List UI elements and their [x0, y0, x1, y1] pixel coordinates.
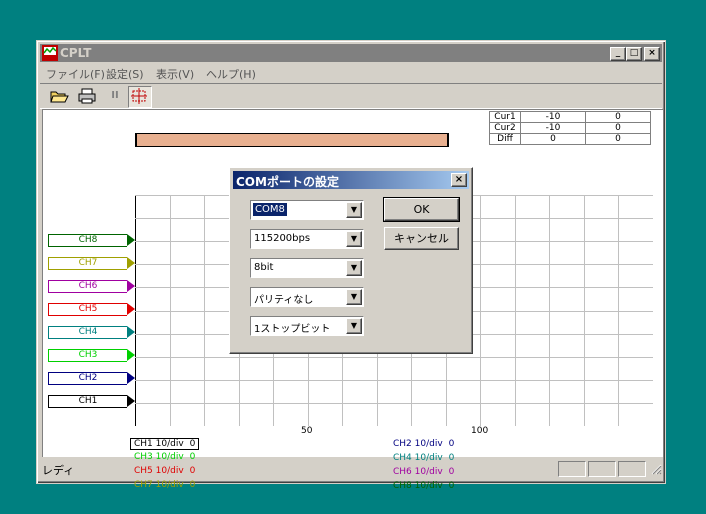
menu-view[interactable]: 表示(V) [156, 66, 194, 82]
cursor-value: 0 [585, 111, 651, 123]
print-button[interactable] [76, 86, 98, 106]
cursor-label: Cur1 [489, 111, 521, 123]
window-title: CPLT [60, 46, 92, 60]
cancel-button[interactable]: キャンセル [384, 227, 459, 250]
title-bar[interactable]: CPLT _ □ × [40, 44, 662, 62]
x-tick-label: 100 [471, 426, 489, 436]
legend-value: 0 [189, 439, 196, 449]
range-bar[interactable] [135, 133, 449, 147]
cursor-table: Cur1 -10 0 Cur2 -10 0 Diff 0 0 [489, 111, 651, 145]
maximize-button[interactable]: □ [626, 47, 642, 61]
legend-item[interactable]: CH8 10/div 0 [393, 481, 454, 491]
close-button[interactable]: × [644, 47, 660, 61]
table-row: Diff 0 0 [489, 133, 651, 145]
legend-name: CH7 10/div [134, 480, 184, 490]
dialog-title-bar[interactable]: COMポートの設定 × [233, 171, 469, 189]
channel-tag-ch8[interactable]: CH8 [48, 234, 138, 247]
app-icon [42, 45, 58, 61]
channel-tag-label: CH8 [48, 234, 127, 247]
tag-arrow-icon [127, 234, 135, 246]
channel-tag-label: CH5 [48, 303, 127, 316]
status-pane [558, 461, 586, 477]
channel-tag-ch3[interactable]: CH3 [48, 349, 138, 362]
open-folder-button[interactable] [48, 86, 70, 106]
cursor-label: Diff [489, 133, 521, 145]
data-bits-value: 8bit [254, 262, 274, 273]
pause-button[interactable]: II [104, 86, 126, 106]
menu-settings[interactable]: 設定(S) [106, 66, 144, 82]
tag-arrow-icon [127, 372, 135, 384]
chevron-down-icon[interactable]: ▼ [346, 202, 362, 218]
port-value: COM8 [253, 203, 287, 216]
parity-value: パリティなし [254, 295, 314, 306]
crosshair-icon [131, 88, 147, 104]
channel-tag-label: CH1 [48, 395, 127, 408]
legend-value: 0 [189, 480, 196, 490]
legend-item[interactable]: CH1 10/div 0 [130, 438, 200, 450]
cursor-value: 0 [520, 133, 586, 145]
stop-bits-select[interactable]: 1ストップビット ▼ [250, 316, 364, 336]
channel-tag-ch2[interactable]: CH2 [48, 372, 138, 385]
legend-item[interactable]: CH2 10/div 0 [393, 439, 454, 449]
stop-bits-value: 1ストップビット [254, 324, 331, 335]
channel-tag-label: CH7 [48, 257, 127, 270]
channel-tag-label: CH6 [48, 280, 127, 293]
com-port-dialog: COMポートの設定 × COM8 ▼ 115200bps ▼ 8bit ▼ パリ… [229, 167, 473, 354]
channel-tag-ch5[interactable]: CH5 [48, 303, 138, 316]
tag-arrow-icon [127, 395, 135, 407]
legend-value: 0 [448, 439, 455, 449]
chevron-down-icon[interactable]: ▼ [346, 231, 362, 247]
cursor-value: -10 [520, 111, 586, 123]
status-pane [588, 461, 616, 477]
table-row: Cur1 -10 0 [489, 111, 651, 123]
channel-tag-label: CH3 [48, 349, 127, 362]
menu-bar: ファイル(F) 設定(S) 表示(V) ヘルプ(H) [40, 63, 662, 81]
cursor-tool-button[interactable] [128, 86, 152, 108]
table-row: Cur2 -10 0 [489, 122, 651, 134]
legend-item[interactable]: CH7 10/div 0 [134, 480, 195, 490]
menu-file[interactable]: ファイル(F) [46, 66, 105, 82]
printer-icon [78, 88, 96, 104]
cursor-value: -10 [520, 122, 586, 134]
dialog-title: COMポートの設定 [236, 175, 339, 189]
tag-arrow-icon [127, 326, 135, 338]
chevron-down-icon[interactable]: ▼ [346, 318, 362, 334]
channel-tag-label: CH4 [48, 326, 127, 339]
menu-help[interactable]: ヘルプ(H) [206, 66, 256, 82]
resize-grip-icon[interactable] [650, 463, 662, 475]
minimize-button[interactable]: _ [610, 47, 626, 61]
channel-tag-ch6[interactable]: CH6 [48, 280, 138, 293]
chevron-down-icon[interactable]: ▼ [346, 289, 362, 305]
chevron-down-icon[interactable]: ▼ [346, 260, 362, 276]
channel-tag-ch1[interactable]: CH1 [48, 395, 138, 408]
open-folder-icon [50, 91, 69, 103]
toolbar: II [40, 83, 662, 109]
dialog-close-button[interactable]: × [451, 173, 467, 187]
tag-arrow-icon [127, 257, 135, 269]
legend-name: CH2 10/div [393, 439, 443, 449]
tag-arrow-icon [127, 280, 135, 292]
channel-tag-ch7[interactable]: CH7 [48, 257, 138, 270]
status-pane [618, 461, 646, 477]
legend-name: CH8 10/div [393, 481, 443, 491]
cursor-value: 0 [585, 122, 651, 134]
baud-value: 115200bps [254, 233, 311, 244]
legend-name: CH1 10/div [134, 439, 184, 449]
cursor-label: Cur2 [489, 122, 521, 134]
tag-arrow-icon [127, 349, 135, 361]
legend-value: 0 [448, 481, 455, 491]
channel-tag-label: CH2 [48, 372, 127, 385]
x-tick-label: 50 [301, 426, 313, 436]
channel-tag-ch4[interactable]: CH4 [48, 326, 138, 339]
data-bits-select[interactable]: 8bit ▼ [250, 258, 364, 278]
parity-select[interactable]: パリティなし ▼ [250, 287, 364, 307]
status-text: レディ [42, 464, 75, 477]
port-select[interactable]: COM8 ▼ [250, 200, 364, 220]
status-bar: レディ [40, 459, 662, 479]
tag-arrow-icon [127, 303, 135, 315]
ok-button[interactable]: OK [383, 197, 460, 222]
cursor-value: 0 [585, 133, 651, 145]
baud-select[interactable]: 115200bps ▼ [250, 229, 364, 249]
